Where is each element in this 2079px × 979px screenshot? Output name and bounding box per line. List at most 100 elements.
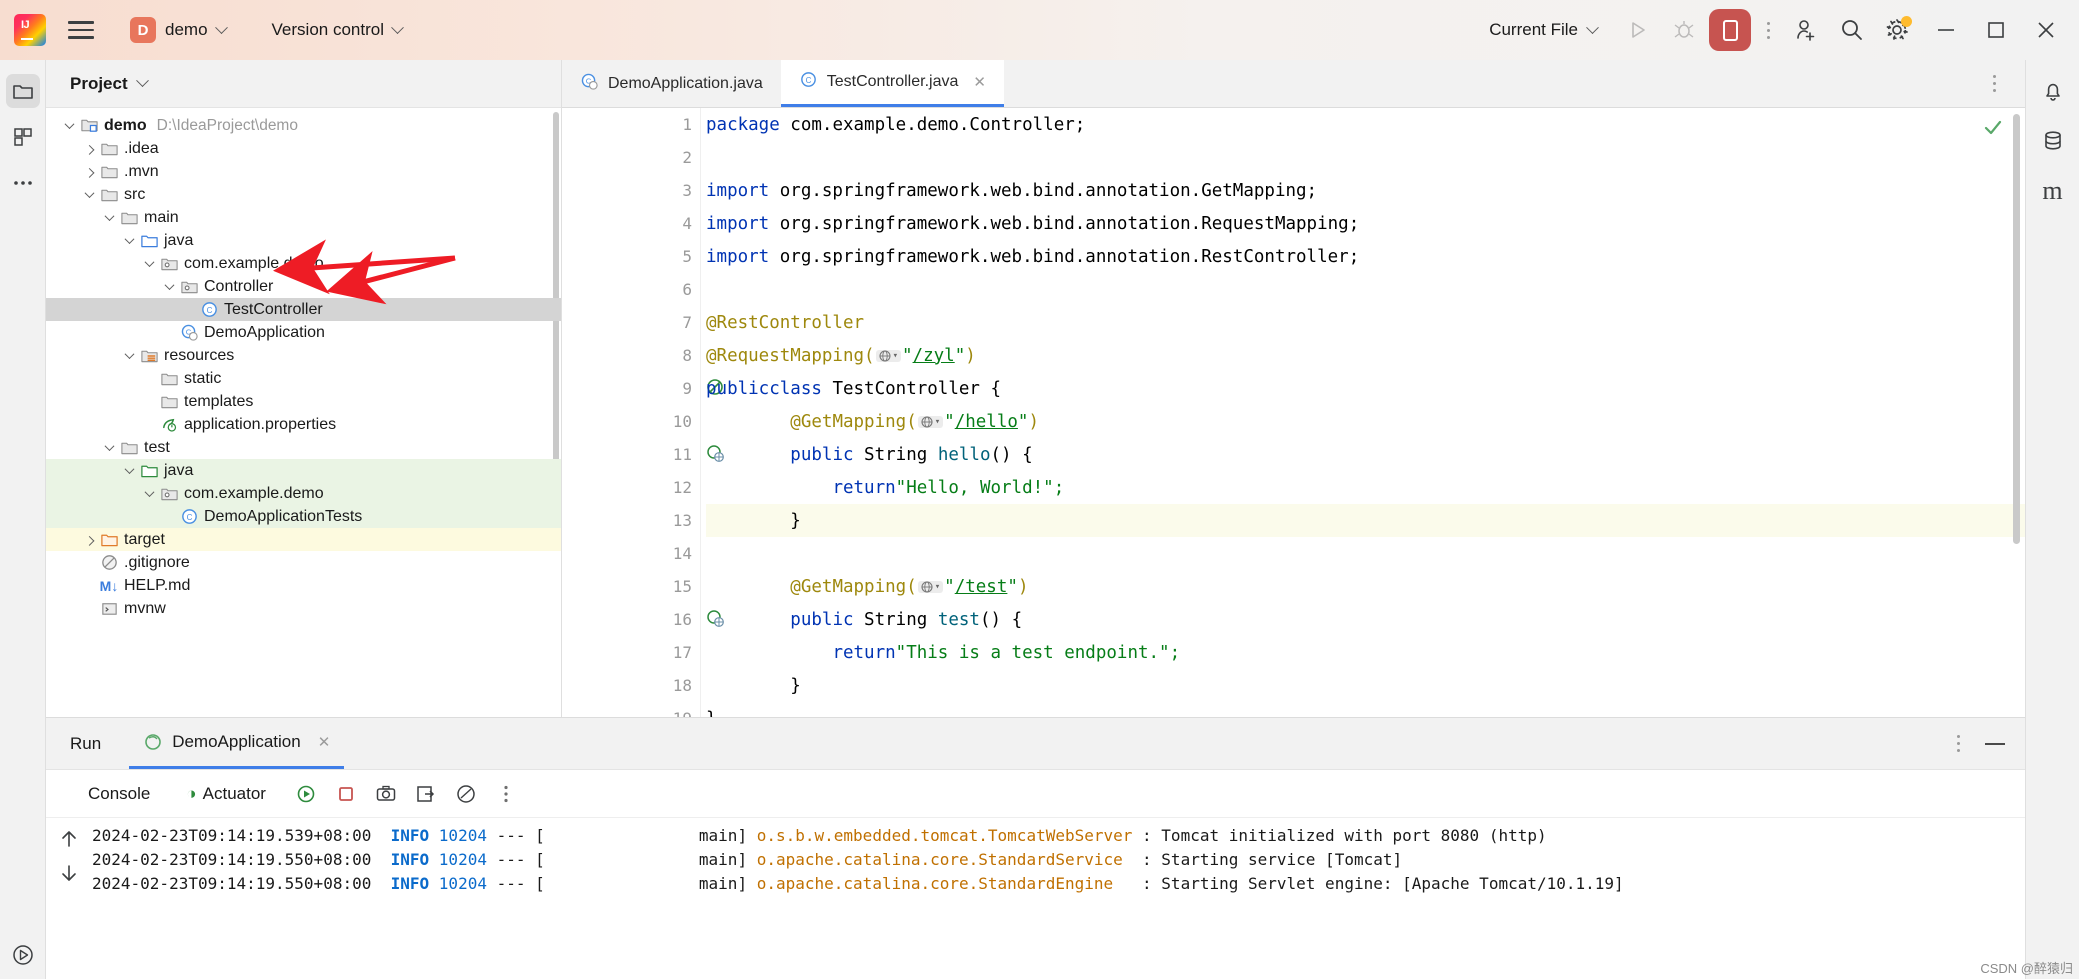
editor-tab-testcontroller-java[interactable]: C TestController.java ✕ [780, 60, 1004, 107]
maven-m-icon[interactable]: m [2036, 174, 2070, 208]
gutter-line-5[interactable]: 5 [562, 240, 700, 273]
tree-row-test[interactable]: test [46, 436, 561, 459]
code-line-12[interactable]: return "Hello, World!"; [706, 471, 2025, 504]
gutter-line-6[interactable]: 6 [562, 273, 700, 306]
tree-row-help-md[interactable]: M↓ HELP.md [46, 574, 561, 597]
url-link[interactable]: /test [955, 577, 1008, 597]
debug-icon[interactable] [1663, 9, 1705, 51]
tree-row-resources[interactable]: resources [46, 344, 561, 367]
gutter-line-4[interactable]: 4 [562, 207, 700, 240]
console-output[interactable]: 2024-02-23T09:14:19.539+08:00 INFO 10204… [46, 818, 2025, 979]
screenshot-icon[interactable] [368, 776, 404, 812]
chevron-down-icon[interactable] [135, 74, 149, 88]
tree-row-demoapplication[interactable]: C DemoApplication [46, 321, 561, 344]
gutter-line-11[interactable]: 11 [562, 438, 724, 471]
gutter-line-12[interactable]: 12 [562, 471, 700, 504]
run-configuration-selector[interactable]: Current File [1479, 15, 1607, 45]
tree-row-com-example-demo[interactable]: com.example.demo [46, 482, 561, 505]
gutter-line-18[interactable]: 18 [562, 669, 700, 702]
project-selector[interactable]: D demo [122, 13, 234, 47]
editor-scrollbar[interactable] [2013, 114, 2020, 544]
code-editor[interactable]: 12345678910111213141516171819 package co… [562, 108, 2025, 717]
editor-tab-demoapplication-java[interactable]: C DemoApplication.java [562, 60, 781, 107]
chevron-right-icon[interactable] [80, 163, 98, 181]
code-line-1[interactable]: package com.example.demo.Controller; [706, 108, 2025, 141]
url-globe-inlay-icon[interactable]: ▾ [917, 415, 944, 428]
maximize-icon[interactable] [1973, 7, 2019, 53]
chevron-down-icon[interactable] [140, 485, 158, 503]
tree-row-java[interactable]: java [46, 459, 561, 482]
tree-row-mvnw[interactable]: mvnw [46, 597, 561, 620]
project-panel-header[interactable]: Project [46, 60, 561, 108]
close-icon[interactable]: ✕ [318, 733, 331, 751]
tree-row-main[interactable]: main [46, 206, 561, 229]
sidebar-item-more[interactable] [6, 166, 40, 200]
url-link[interactable]: /zyl [913, 346, 955, 366]
close-icon[interactable] [2023, 7, 2069, 53]
console-tab-actuator[interactable]: ◑ Actuator [168, 784, 284, 804]
more-options-icon[interactable] [1987, 68, 2001, 100]
more-options-icon[interactable] [488, 776, 524, 812]
export-icon[interactable] [408, 776, 444, 812]
chevron-down-icon[interactable] [120, 347, 138, 365]
run-tab-demoapplication[interactable]: DemoApplication ✕ [129, 718, 345, 769]
sidebar-item-run[interactable] [6, 945, 40, 979]
gutter-line-13[interactable]: 13 [562, 504, 700, 537]
gutter-line-17[interactable]: 17 [562, 636, 700, 669]
sidebar-item-structure[interactable] [6, 120, 40, 154]
rerun-icon[interactable] [288, 776, 324, 812]
minimize-icon[interactable] [1923, 7, 1969, 53]
gutter-line-19[interactable]: 19 [562, 702, 700, 717]
tree-row-com-example-demo[interactable]: com.example.demo [46, 252, 561, 275]
tree-row--idea[interactable]: .idea [46, 137, 561, 160]
console-tab-console[interactable]: Console [70, 784, 168, 804]
url-link[interactable]: /hello [955, 412, 1018, 432]
stop-icon[interactable] [328, 776, 364, 812]
more-options-icon[interactable] [1951, 728, 1965, 760]
code-line-10[interactable]: @GetMapping(▾ "/hello ") [706, 405, 2025, 438]
project-tree[interactable]: demo D:\IdeaProject\demo .idea .mvn src main j… [46, 108, 561, 717]
code-line-4[interactable]: import org.springframework.web.bind.anno… [706, 207, 2025, 240]
tree-row-demo[interactable]: demo D:\IdeaProject\demo [46, 114, 561, 137]
settings-gear-icon[interactable] [1877, 9, 1919, 51]
chevron-down-icon[interactable] [100, 209, 118, 227]
chevron-down-icon[interactable] [140, 255, 158, 273]
chevron-right-icon[interactable] [80, 140, 98, 158]
notifications-bell-icon[interactable] [2036, 74, 2070, 108]
tree-row-application-properties[interactable]: application.properties [46, 413, 561, 436]
chevron-down-icon[interactable] [80, 186, 98, 204]
tree-row--mvn[interactable]: .mvn [46, 160, 561, 183]
hide-icon[interactable] [1985, 742, 2005, 745]
chevron-down-icon[interactable] [120, 232, 138, 250]
add-user-icon[interactable] [1785, 9, 1827, 51]
chevron-down-icon[interactable] [100, 439, 118, 457]
stop-button[interactable] [1709, 9, 1751, 51]
gutter-line-1[interactable]: 1 [562, 108, 700, 141]
gutter-line-3[interactable]: 3 [562, 174, 700, 207]
code-line-7[interactable]: @RestController [706, 306, 2025, 339]
code-line-2[interactable] [706, 141, 2025, 174]
run-icon[interactable] [1617, 9, 1659, 51]
code-line-6[interactable] [706, 273, 2025, 306]
code-line-13[interactable]: } [706, 504, 2025, 537]
scroll-up-icon[interactable] [58, 828, 80, 850]
gutter-line-9[interactable]: 9 [562, 372, 723, 405]
tree-row-templates[interactable]: templates [46, 390, 561, 413]
tree-row-demoapplicationtests[interactable]: C DemoApplicationTests [46, 505, 561, 528]
code-line-16[interactable]: public String test() { [706, 603, 2025, 636]
scroll-down-icon[interactable] [58, 862, 80, 884]
tree-row-src[interactable]: src [46, 183, 561, 206]
code-line-15[interactable]: @GetMapping(▾ "/test ") [706, 570, 2025, 603]
database-icon[interactable] [2036, 124, 2070, 158]
close-icon[interactable]: ✕ [973, 73, 986, 91]
url-globe-inlay-icon[interactable]: ▾ [917, 580, 944, 593]
gutter-line-2[interactable]: 2 [562, 141, 700, 174]
sidebar-item-project[interactable] [5, 74, 40, 108]
code-line-19[interactable]: } [706, 702, 2025, 718]
tree-row-java[interactable]: java [46, 229, 561, 252]
chevron-down-icon[interactable] [160, 278, 178, 296]
code-line-17[interactable]: return "This is a test endpoint."; [706, 636, 2025, 669]
code-line-11[interactable]: public String hello() { [706, 438, 2025, 471]
search-icon[interactable] [1831, 9, 1873, 51]
url-globe-inlay-icon[interactable]: ▾ [875, 349, 901, 362]
